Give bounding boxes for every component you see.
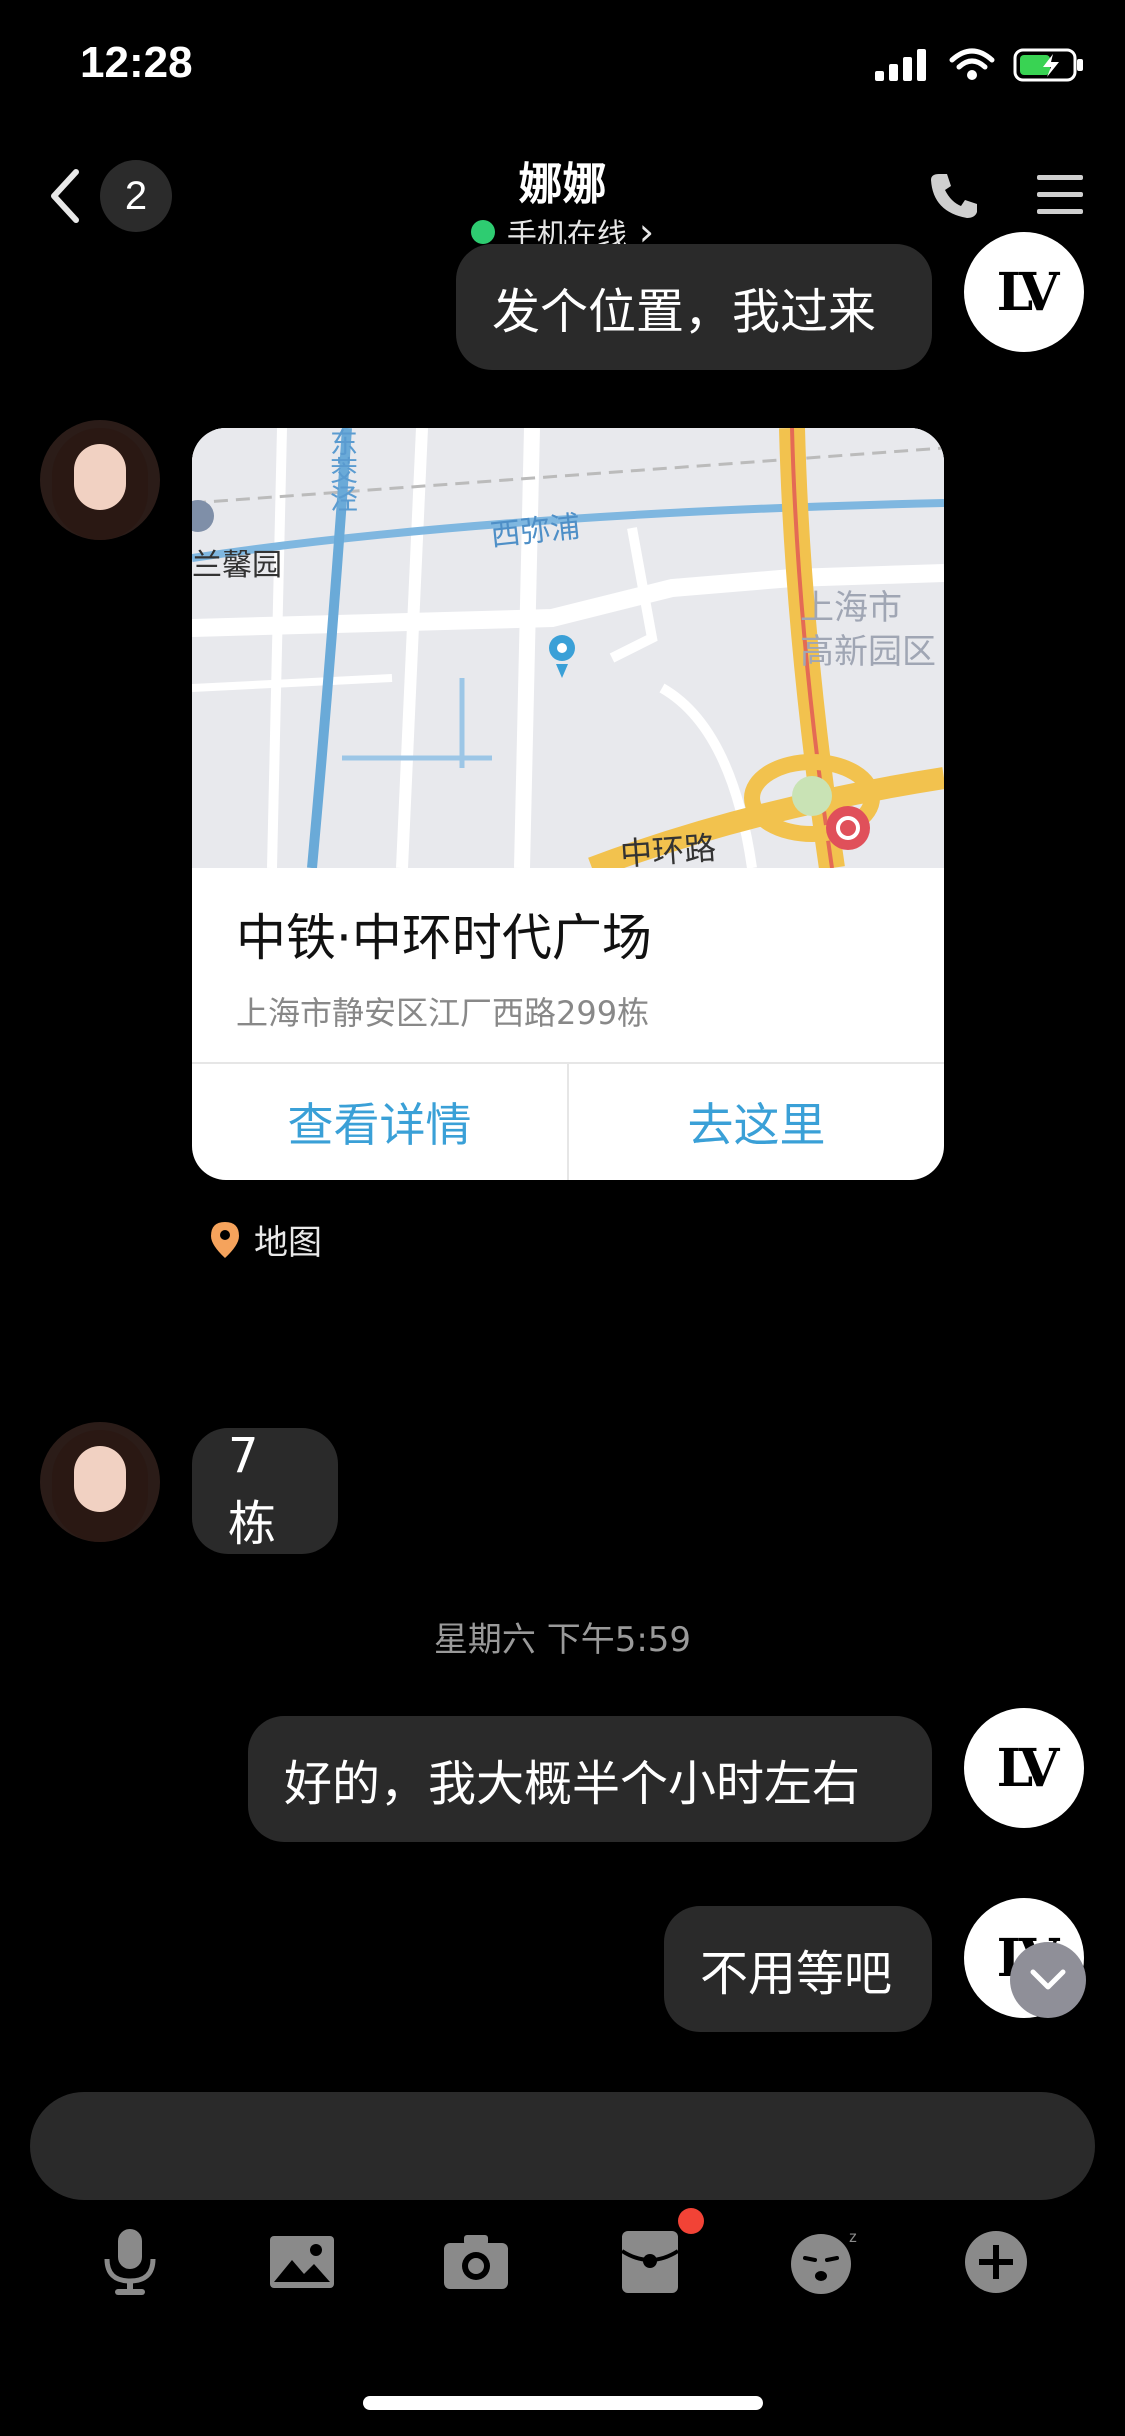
svg-text:z: z bbox=[849, 2229, 857, 2246]
scroll-to-bottom-button[interactable] bbox=[1010, 1942, 1086, 2018]
lv-logo-icon: LV bbox=[996, 1737, 1060, 1799]
location-address: 上海市静安区江厂西路299栋 bbox=[236, 994, 650, 1032]
location-card[interactable]: 西弥浦 兰馨园 上海市 高新园区 中环路 东茭泾 中铁·中环时代广场 上海市静安… bbox=[192, 428, 944, 1180]
view-details-button[interactable]: 查看详情 bbox=[192, 1064, 567, 1180]
emoji-button[interactable]: z bbox=[786, 2222, 866, 2302]
camera-icon bbox=[444, 2235, 508, 2289]
notification-dot bbox=[678, 2208, 704, 2234]
location-title: 中铁·中环时代广场 bbox=[236, 909, 652, 967]
map-label-vertical: 东茭泾 bbox=[326, 428, 359, 512]
more-button[interactable] bbox=[956, 2222, 1036, 2302]
message-text: 7栋 bbox=[228, 1428, 277, 1552]
image-icon bbox=[270, 2236, 334, 2288]
map-label-canal: 西弥浦 bbox=[488, 509, 582, 554]
chevron-down-icon bbox=[1030, 1969, 1066, 1990]
status-time: 12:28 bbox=[80, 38, 193, 87]
map-source[interactable]: 地图 bbox=[210, 1215, 322, 1264]
my-avatar[interactable]: LV bbox=[964, 1708, 1084, 1828]
map-label-road: 中环路 bbox=[618, 828, 718, 868]
map-label-area-left: 兰馨园 bbox=[192, 548, 282, 583]
contact-avatar[interactable] bbox=[40, 1422, 160, 1542]
online-dot bbox=[470, 220, 495, 244]
location-pin-icon bbox=[211, 1221, 239, 1258]
contact-avatar[interactable] bbox=[40, 420, 160, 540]
microphone-icon bbox=[104, 2229, 156, 2295]
message-bubble-incoming[interactable]: 7栋 bbox=[192, 1428, 338, 1554]
image-button[interactable] bbox=[262, 2222, 342, 2302]
wifi-icon bbox=[949, 48, 995, 80]
map-source-label: 地图 bbox=[254, 1223, 322, 1263]
emoji-icon: z bbox=[791, 2229, 857, 2294]
message-bubble-outgoing[interactable]: 好的，我大概半个小时左右 bbox=[248, 1716, 932, 1842]
message-bubble-outgoing[interactable]: 不用等吧 bbox=[664, 1906, 932, 2032]
camera-button[interactable] bbox=[436, 2222, 516, 2302]
home-indicator[interactable] bbox=[363, 2396, 763, 2410]
message-input[interactable] bbox=[30, 2092, 1095, 2200]
phone-icon[interactable] bbox=[929, 170, 979, 220]
signal-icon bbox=[875, 49, 926, 81]
battery-icon bbox=[1013, 48, 1083, 82]
map-preview[interactable]: 西弥浦 兰馨园 上海市 高新园区 中环路 东茭泾 bbox=[192, 428, 944, 868]
voice-button[interactable] bbox=[90, 2222, 170, 2302]
navigate-here-button[interactable]: 去这里 bbox=[569, 1064, 944, 1180]
message-text: 发个位置，我过来 bbox=[492, 284, 877, 340]
red-packet-button[interactable] bbox=[610, 2208, 704, 2302]
message-text: 好的，我大概半个小时左右 bbox=[284, 1756, 861, 1812]
menu-icon[interactable] bbox=[1035, 173, 1085, 217]
map-label-area-right-2: 高新园区 bbox=[800, 632, 936, 672]
red-packet-icon bbox=[620, 2231, 680, 2293]
plus-icon bbox=[965, 2231, 1027, 2293]
message-bubble-outgoing[interactable]: 发个位置，我过来 bbox=[456, 244, 932, 370]
lv-logo-icon: LV bbox=[996, 261, 1060, 323]
status-icons bbox=[875, 48, 1085, 82]
message-text: 不用等吧 bbox=[700, 1946, 893, 2002]
map-label-area-right-1: 上海市 bbox=[800, 588, 902, 628]
message-timestamp: 星期六 下午5:59 bbox=[433, 1620, 692, 1660]
header-actions bbox=[929, 170, 1085, 220]
my-avatar[interactable]: LV bbox=[964, 232, 1084, 352]
input-toolbar: z bbox=[0, 2208, 1125, 2312]
